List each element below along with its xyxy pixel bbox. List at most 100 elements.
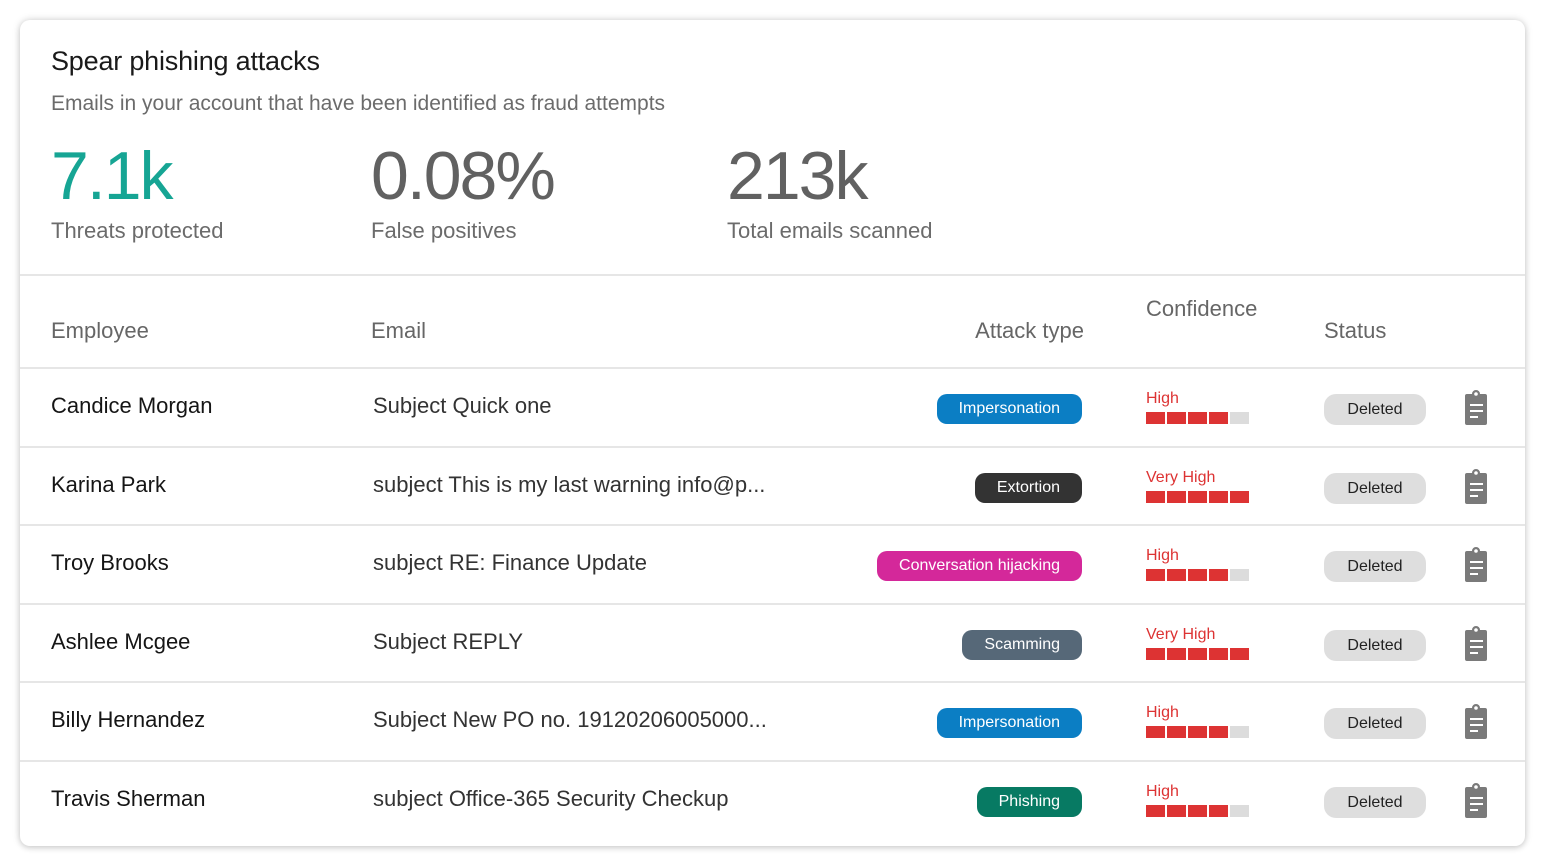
confidence-segment: [1146, 569, 1165, 581]
column-header-confidence[interactable]: Confidence: [1146, 296, 1257, 322]
table-row[interactable]: Travis Sherman subject Office-365 Securi…: [20, 759, 1525, 839]
column-header-status[interactable]: Status: [1324, 318, 1386, 344]
clipboard-icon[interactable]: [1461, 624, 1491, 662]
confidence-indicator: High: [1146, 703, 1256, 738]
attack-type-badge: Phishing: [976, 786, 1082, 817]
clipboard-icon[interactable]: [1461, 702, 1491, 740]
status-badge: Deleted: [1324, 394, 1426, 425]
confidence-indicator: High: [1146, 546, 1256, 581]
confidence-indicator: Very High: [1146, 468, 1256, 503]
confidence-segment: [1167, 490, 1186, 503]
confidence-segment: [1209, 804, 1228, 817]
confidence-label: High: [1146, 390, 1179, 407]
confidence-segment: [1167, 647, 1186, 660]
confidence-segment: [1209, 412, 1228, 424]
confidence-segment: [1230, 490, 1249, 503]
column-header-attack-type[interactable]: Attack type: [975, 318, 1084, 344]
confidence-segment: [1146, 412, 1165, 424]
confidence-segment: [1209, 490, 1228, 503]
confidence-segment: [1230, 726, 1249, 738]
email-subject[interactable]: Subject Quick one: [373, 393, 552, 419]
attack-type-badge: Conversation hijacking: [877, 551, 1082, 581]
status-badge: Deleted: [1324, 708, 1426, 739]
clipboard-icon[interactable]: [1461, 388, 1491, 426]
confidence-label: High: [1146, 704, 1179, 721]
table-row[interactable]: Ashlee Mcgee Subject REPLY Scamming Very…: [20, 602, 1525, 682]
confidence-indicator: Very High: [1146, 625, 1256, 660]
confidence-indicator: High: [1146, 782, 1256, 817]
table-row[interactable]: Billy Hernandez Subject New PO no. 19120…: [20, 681, 1525, 760]
status-badge: Deleted: [1324, 551, 1426, 582]
confidence-segment: [1167, 412, 1186, 424]
employee-name: Ashlee Mcgee: [51, 628, 191, 654]
confidence-segment: [1146, 490, 1165, 503]
clipboard-icon[interactable]: [1461, 545, 1491, 583]
confidence-bar: [1146, 490, 1256, 503]
confidence-indicator: High: [1146, 389, 1256, 424]
confidence-bar: [1146, 412, 1256, 424]
stat-value: 7.1k: [51, 138, 174, 214]
confidence-label: Very High: [1146, 468, 1216, 486]
confidence-segment: [1209, 726, 1228, 738]
confidence-bar: [1146, 726, 1256, 738]
confidence-segment: [1167, 804, 1186, 817]
email-subject[interactable]: subject Office-365 Security Checkup: [373, 786, 728, 812]
employee-name: Travis Sherman: [51, 785, 206, 811]
confidence-segment: [1146, 804, 1165, 817]
stat-label: False positives: [371, 218, 517, 243]
column-header-email[interactable]: Email: [371, 318, 426, 344]
column-header-employee[interactable]: Employee: [51, 318, 149, 344]
confidence-segment: [1146, 647, 1165, 660]
card-subtitle: Emails in your account that have been id…: [51, 92, 666, 115]
confidence-bar: [1146, 647, 1256, 660]
table-row[interactable]: Candice Morgan Subject Quick one Imperso…: [20, 367, 1525, 446]
confidence-segment: [1188, 804, 1207, 817]
card-title: Spear phishing attacks: [51, 46, 320, 76]
confidence-bar: [1146, 804, 1256, 817]
email-subject[interactable]: subject This is my last warning info@p..…: [373, 472, 765, 498]
attack-type-badge: Extortion: [974, 472, 1082, 503]
attack-type-badge: Impersonation: [936, 394, 1082, 424]
email-subject[interactable]: Subject New PO no. 19120206005000...: [373, 707, 767, 733]
confidence-segment: [1230, 647, 1249, 660]
confidence-label: High: [1146, 547, 1179, 564]
stat-value: 213k: [727, 138, 868, 214]
confidence-segment: [1230, 569, 1249, 581]
confidence-segment: [1146, 726, 1165, 738]
confidence-segment: [1230, 412, 1249, 424]
attack-type-badge: Impersonation: [936, 708, 1082, 738]
confidence-segment: [1188, 490, 1207, 503]
stat-threats-protected: 7.1k Threats protected: [51, 138, 223, 244]
employee-name: Karina Park: [51, 471, 166, 497]
clipboard-icon[interactable]: [1461, 467, 1491, 505]
spear-phishing-card: Spear phishing attacks Emails in your ac…: [20, 20, 1525, 846]
table-row[interactable]: Karina Park subject This is my last warn…: [20, 445, 1525, 525]
stat-label: Threats protected: [51, 218, 224, 243]
status-badge: Deleted: [1324, 472, 1426, 504]
confidence-segment: [1188, 569, 1207, 581]
employee-name: Troy Brooks: [51, 550, 169, 575]
confidence-segment: [1209, 569, 1228, 581]
confidence-segment: [1188, 412, 1207, 424]
employee-name: Billy Hernandez: [51, 707, 206, 732]
table-row[interactable]: Troy Brooks subject RE: Finance Update C…: [20, 524, 1525, 603]
stat-false-positives: 0.08% False positives: [371, 138, 556, 244]
clipboard-icon[interactable]: [1461, 781, 1491, 819]
confidence-segment: [1188, 726, 1207, 738]
status-badge: Deleted: [1324, 786, 1426, 818]
confidence-label: Very High: [1146, 625, 1216, 643]
employee-name: Candice Morgan: [51, 393, 213, 418]
confidence-segment: [1188, 647, 1207, 660]
confidence-segment: [1209, 647, 1228, 660]
status-badge: Deleted: [1324, 629, 1426, 661]
email-subject[interactable]: Subject REPLY: [373, 629, 523, 655]
stat-value: 0.08%: [371, 138, 556, 214]
confidence-label: High: [1146, 782, 1179, 800]
stat-label: Total emails scanned: [727, 218, 933, 243]
attack-type-badge: Scamming: [962, 629, 1082, 660]
table-header: Employee Email Attack type Confidence St…: [20, 276, 1525, 369]
stat-total-emails-scanned: 213k Total emails scanned: [727, 138, 932, 244]
confidence-segment: [1167, 726, 1186, 738]
email-subject[interactable]: subject RE: Finance Update: [373, 550, 647, 576]
confidence-bar: [1146, 569, 1256, 581]
